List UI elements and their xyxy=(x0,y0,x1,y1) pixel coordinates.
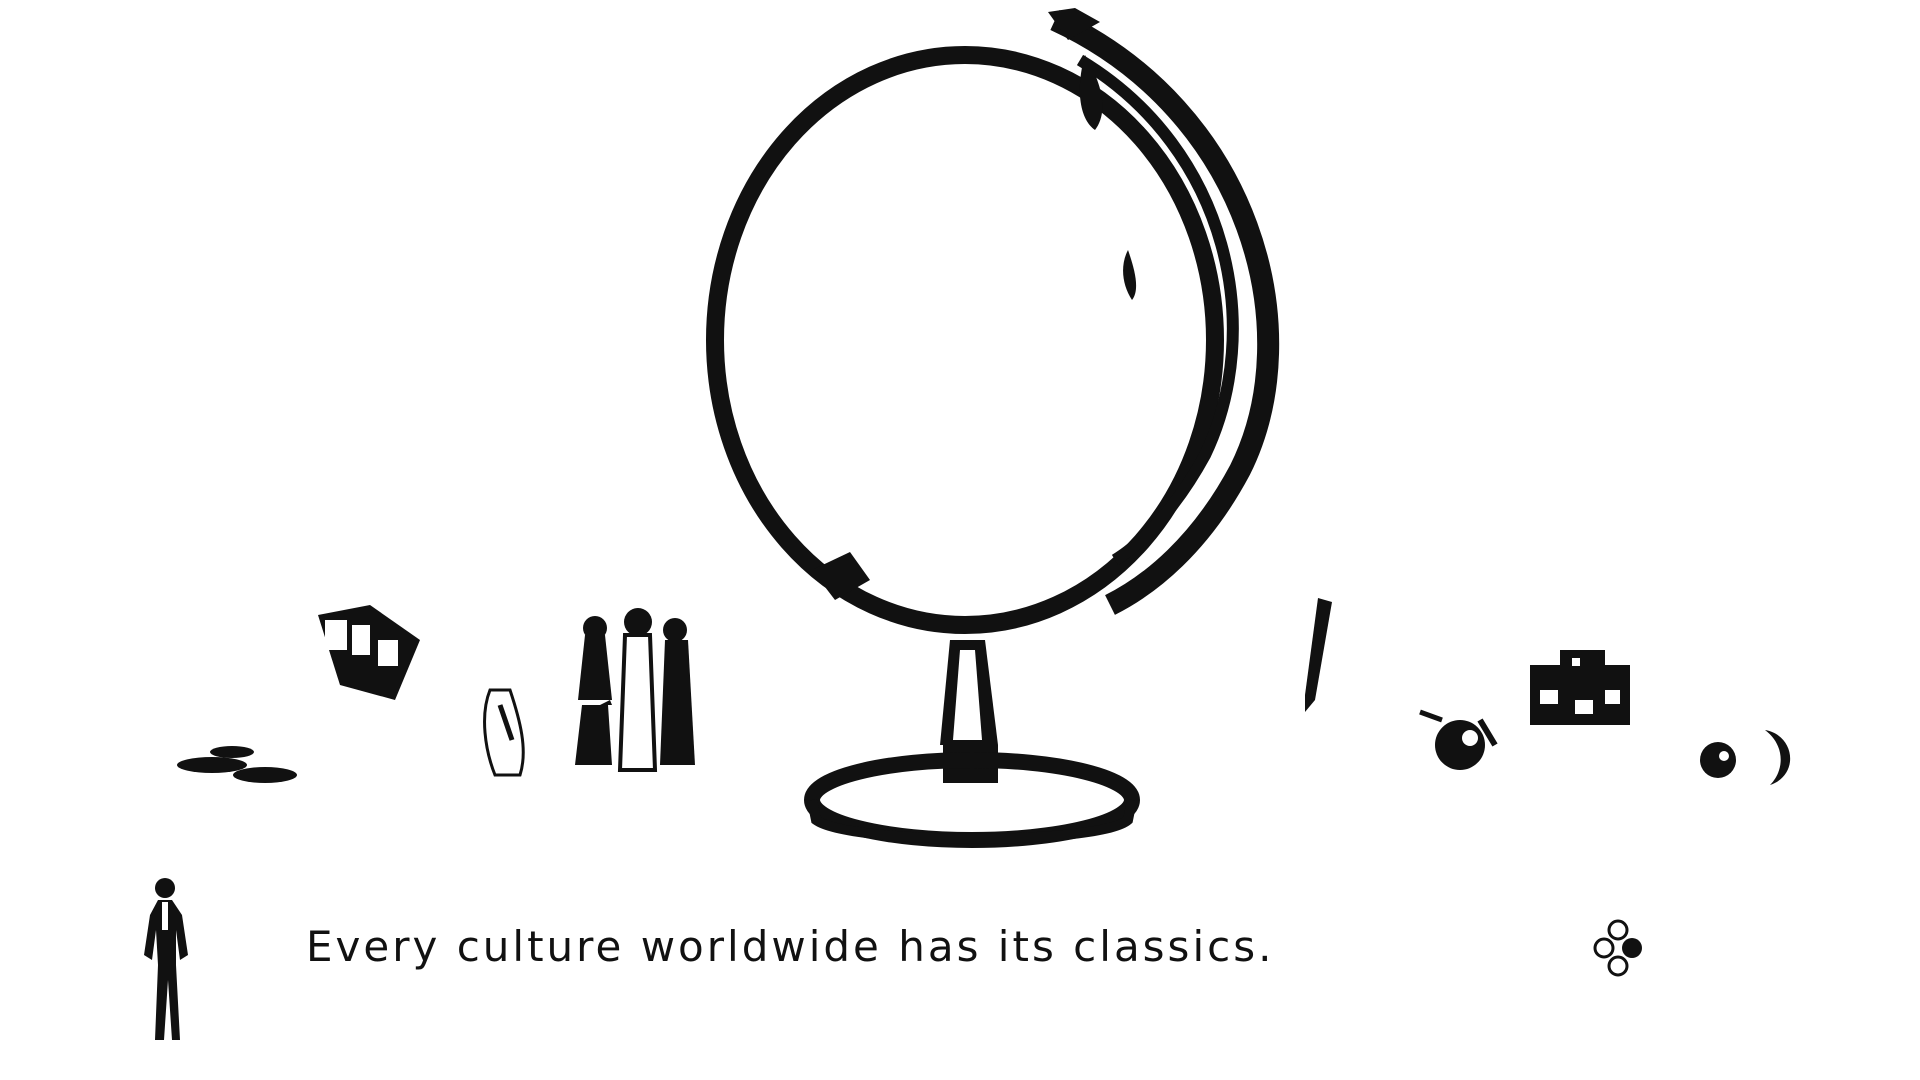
cards-fan-icon xyxy=(318,605,420,700)
dialogue-text: Every culture worldwide has its classics… xyxy=(306,922,1275,971)
narrator-figure-icon xyxy=(144,878,188,1040)
chess-knight-icon xyxy=(483,688,525,777)
moon-piece-icon xyxy=(1700,730,1791,785)
pencil-icon xyxy=(1305,598,1332,712)
globe-icon xyxy=(706,8,1280,848)
cube-puzzle-icon xyxy=(1530,650,1630,725)
advance-dialogue-button[interactable] xyxy=(1588,918,1648,978)
dominoes-icon xyxy=(177,746,297,783)
pawns-icon xyxy=(575,608,695,772)
alarm-clock-icon xyxy=(1419,709,1498,770)
